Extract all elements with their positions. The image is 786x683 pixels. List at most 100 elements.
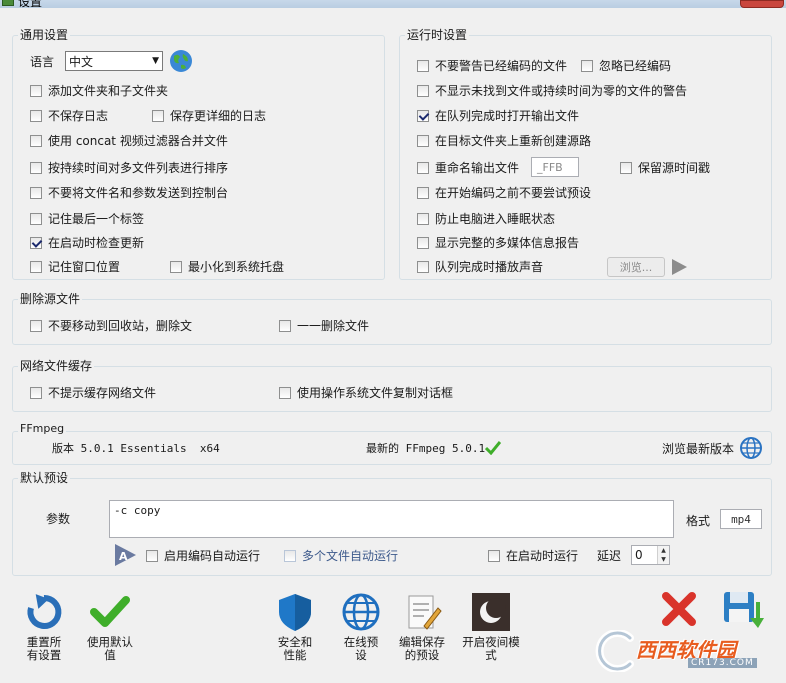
minimize-tray-option[interactable]: 最小化到系统托盘 [170, 258, 284, 275]
concat-checkbox[interactable] [30, 134, 42, 147]
auto-run-icon: A [115, 544, 136, 566]
checkmark-icon [90, 596, 130, 627]
no-console-option[interactable]: 不要将文件名和参数发送到控制台 [30, 184, 228, 201]
window-title: 设置 [18, 0, 43, 9]
multi-auto-run-option[interactable]: 多个文件自动运行 [284, 547, 398, 564]
prevent-sleep-option[interactable]: 防止电脑进入睡眠状态 [417, 210, 555, 227]
no-try-preset-checkbox[interactable] [417, 186, 429, 199]
no-try-preset-option[interactable]: 在开始编码之前不要尝试预设 [417, 184, 591, 201]
no-warn-missing-label: 不显示未找到文件或持续时间为零的文件的警告 [435, 84, 688, 98]
os-copy-dialog-option[interactable]: 使用操作系统文件复制对话框 [279, 384, 453, 401]
play-sound-checkbox[interactable] [417, 260, 429, 273]
remember-position-option[interactable]: 记住窗口位置 [30, 258, 120, 275]
remember-position-checkbox[interactable] [30, 260, 42, 273]
auto-run-encode-checkbox[interactable] [146, 549, 158, 562]
add-subfolders-label: 添加文件夹和子文件夹 [48, 84, 169, 98]
language-select[interactable]: 中文 ▼ [65, 51, 163, 71]
reset-settings-label: 重置所 有设置 [26, 635, 62, 662]
recreate-source-checkbox[interactable] [417, 134, 429, 147]
play-icon[interactable] [670, 258, 688, 276]
ignore-encoded-checkbox[interactable] [581, 59, 593, 72]
check-updates-option[interactable]: 在启动时检查更新 [30, 234, 144, 251]
add-subfolders-checkbox[interactable] [30, 84, 42, 97]
verbose-log-checkbox[interactable] [152, 109, 164, 122]
ignore-encoded-option[interactable]: 忽略已经编码 [581, 57, 671, 74]
sort-duration-option[interactable]: 按持续时间对多文件列表进行排序 [30, 159, 228, 176]
reset-settings-button[interactable]: 重置所 有设置 [20, 592, 68, 662]
default-preset-title: 默认预设 [18, 469, 71, 486]
browse-sound-button[interactable]: 浏览... [607, 257, 665, 277]
open-output-checkbox[interactable] [417, 109, 429, 122]
night-mode-button[interactable]: 开启夜间模 式 [458, 592, 524, 662]
globe-link-icon[interactable] [740, 437, 762, 459]
no-console-checkbox[interactable] [30, 186, 42, 199]
os-copy-dialog-checkbox[interactable] [279, 386, 291, 399]
no-prompt-cache-option[interactable]: 不提示缓存网络文件 [30, 384, 156, 401]
language-label: 语言 [30, 55, 55, 69]
delay-stepper[interactable]: 0 ▲ ▼ [631, 545, 670, 565]
format-input[interactable]: mp4 [720, 509, 762, 529]
stepper-arrows[interactable]: ▲ ▼ [657, 546, 669, 564]
recreate-source-option[interactable]: 在目标文件夹上重新创建源路 [417, 132, 591, 149]
keep-timestamp-checkbox[interactable] [620, 161, 632, 174]
night-mode-label: 开启夜间模 式 [462, 635, 520, 662]
no-recycle-checkbox[interactable] [30, 319, 42, 332]
no-warn-missing-checkbox[interactable] [417, 84, 429, 97]
no-warn-encoded-checkbox[interactable] [417, 59, 429, 72]
security-button[interactable]: 安全和 性能 [272, 592, 318, 662]
run-on-start-checkbox[interactable] [488, 549, 500, 562]
no-console-label: 不要将文件名和参数发送到控制台 [48, 186, 229, 200]
check-updates-checkbox[interactable] [30, 236, 42, 249]
remember-tab-label: 记住最后一个标签 [48, 212, 145, 226]
remember-tab-option[interactable]: 记住最后一个标签 [30, 210, 144, 227]
full-media-info-checkbox[interactable] [417, 236, 429, 249]
ffmpeg-title: FFmpeg [18, 422, 67, 435]
multi-auto-run-checkbox[interactable] [284, 549, 296, 562]
delay-value: 0 [635, 548, 643, 562]
watermark: 西西软件园 CR173.COM [592, 628, 772, 674]
multi-auto-run-label: 多个文件自动运行 [302, 549, 399, 563]
cancel-icon[interactable] [660, 590, 698, 628]
online-preset-button[interactable]: 在线预 设 [338, 592, 384, 662]
params-textarea[interactable]: -c copy [109, 500, 674, 538]
minimize-tray-checkbox[interactable] [170, 260, 182, 273]
rename-output-option[interactable]: 重命名输出文件 [417, 159, 519, 176]
rename-output-checkbox[interactable] [417, 161, 429, 174]
delete-one-by-one-checkbox[interactable] [279, 319, 291, 332]
play-sound-option[interactable]: 队列完成时播放声音 [417, 258, 543, 275]
online-globe-icon [342, 593, 380, 631]
sort-duration-checkbox[interactable] [30, 161, 42, 174]
language-value: 中文 [69, 54, 94, 69]
check-updates-label: 在启动时检查更新 [48, 236, 145, 250]
add-subfolders-option[interactable]: 添加文件夹和子文件夹 [30, 82, 168, 99]
prevent-sleep-checkbox[interactable] [417, 212, 429, 225]
verbose-log-option[interactable]: 保存更详细的日志 [152, 107, 266, 124]
reset-icon [27, 594, 62, 629]
no-recycle-option[interactable]: 不要移动到回收站，删除文 [30, 317, 192, 334]
remember-position-label: 记住窗口位置 [48, 260, 121, 274]
globe-icon [170, 50, 192, 72]
no-prompt-cache-checkbox[interactable] [30, 386, 42, 399]
ffmpeg-latest-text: 最新的 FFmpeg 5.0.1 [366, 442, 486, 455]
delete-one-by-one-option[interactable]: 一一删除文件 [279, 317, 369, 334]
delete-source-title: 删除源文件 [18, 290, 83, 307]
open-output-option[interactable]: 在队列完成时打开输出文件 [417, 107, 579, 124]
no-log-option[interactable]: 不保存日志 [30, 107, 108, 124]
edit-preset-button[interactable]: 编辑保存 的预设 [396, 592, 448, 662]
auto-run-encode-option[interactable]: 启用编码自动运行 [146, 547, 260, 564]
close-button[interactable] [740, 0, 784, 8]
use-default-button[interactable]: 使用默认 值 [82, 592, 138, 662]
online-preset-label: 在线预 设 [343, 635, 379, 662]
keep-timestamp-option[interactable]: 保留源时间戳 [620, 159, 710, 176]
rename-suffix-input[interactable]: _FFB [531, 157, 579, 177]
concat-option[interactable]: 使用 concat 视频过滤器合并文件 [30, 132, 228, 149]
run-on-start-option[interactable]: 在启动时运行 [488, 547, 578, 564]
full-media-info-option[interactable]: 显示完整的多媒体信息报告 [417, 234, 579, 251]
no-warn-encoded-option[interactable]: 不要警告已经编码的文件 [417, 57, 567, 74]
browse-latest-link[interactable]: 浏览最新版本 [662, 440, 734, 457]
no-warn-missing-option[interactable]: 不显示未找到文件或持续时间为零的文件的警告 [417, 82, 687, 99]
remember-tab-checkbox[interactable] [30, 212, 42, 225]
no-log-checkbox[interactable] [30, 109, 42, 122]
security-label: 安全和 性能 [277, 635, 313, 662]
save-icon[interactable] [722, 588, 764, 630]
